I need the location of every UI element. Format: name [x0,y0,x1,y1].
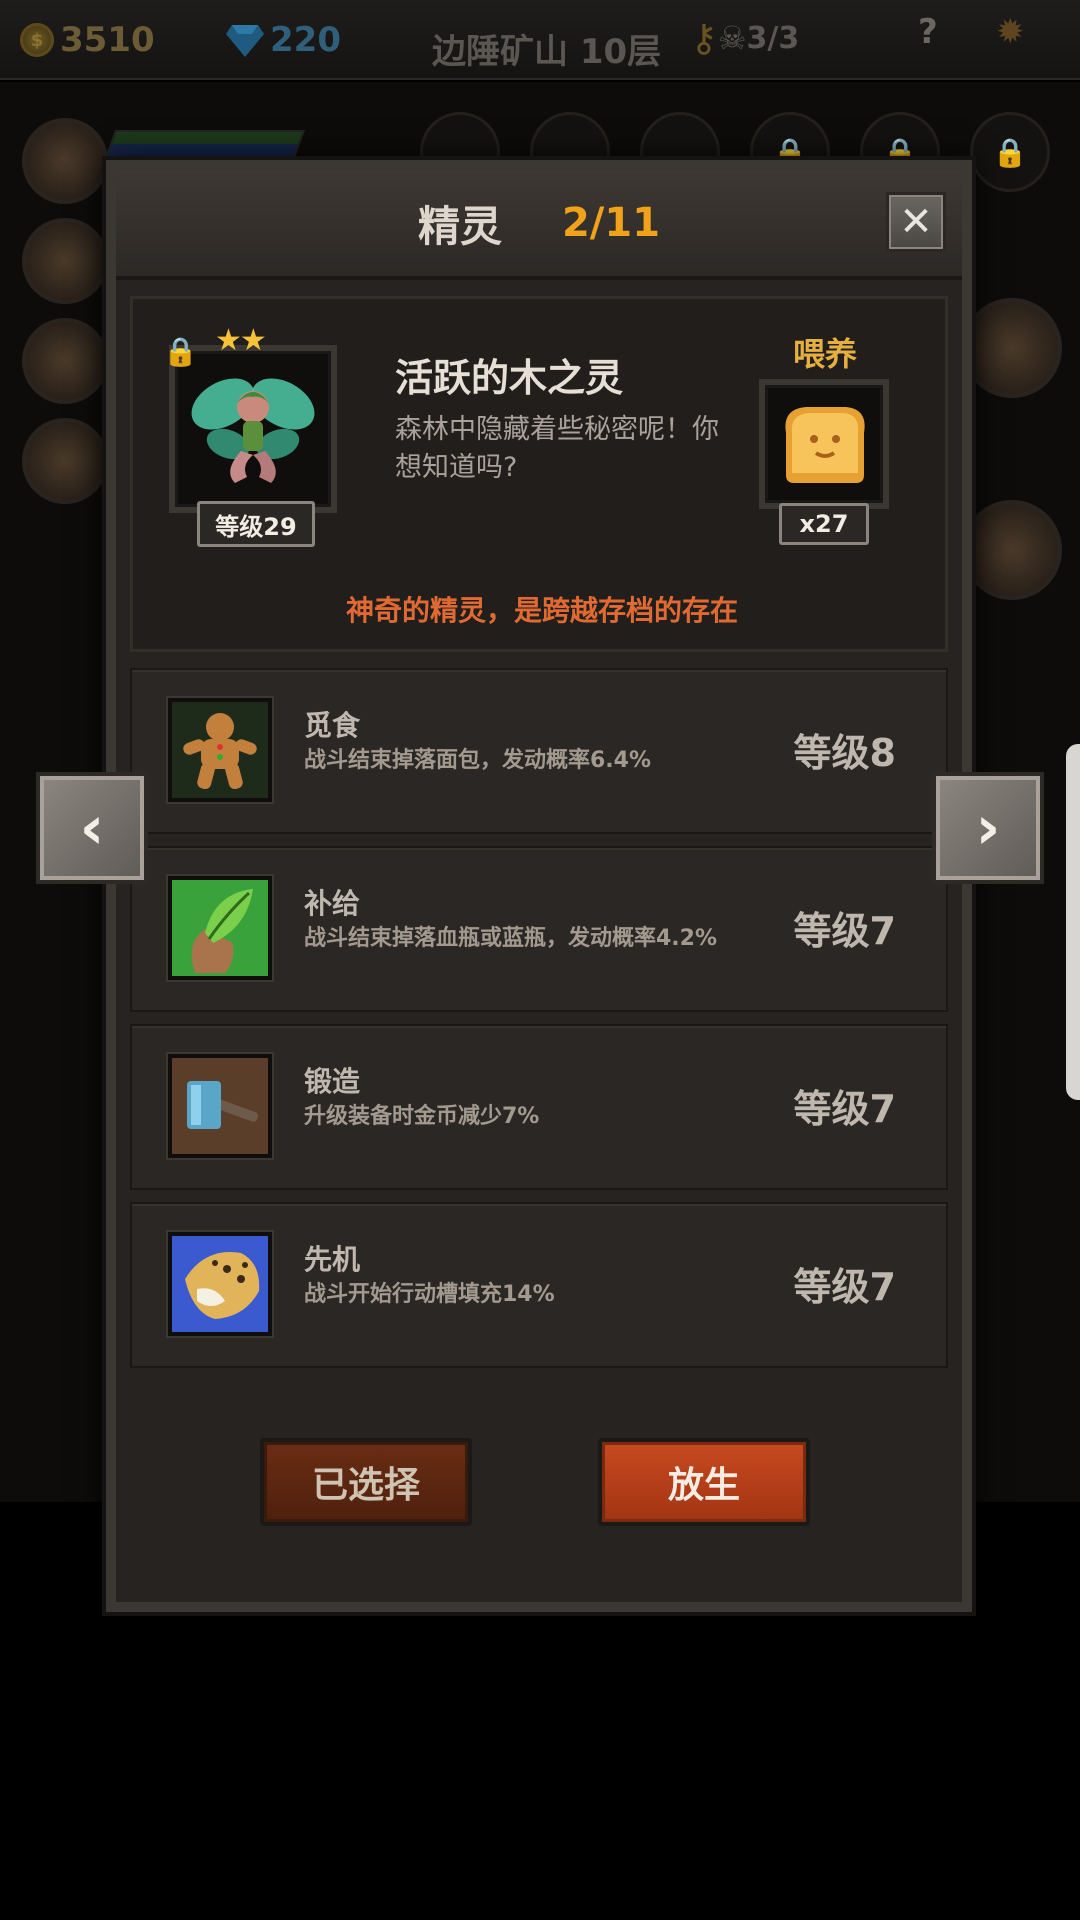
release-button[interactable]: 放生 [598,1438,810,1526]
spirit-dialog: 精灵 2/11 ✕ 🔒 ★★ 等级29 活跃的木之灵 森林中隐藏着些秘密呢！你想… [106,160,972,1612]
spirit-level: 等级29 [197,501,315,547]
close-button[interactable]: ✕ [886,192,946,252]
hero-portrait [22,218,108,304]
skill-name: 补给 [304,887,361,920]
skill-description: 升级装备时金币减少7% [304,1104,540,1129]
gem-value: 220 [270,20,341,60]
leaf-hand-icon [168,876,272,980]
dialog-title: 精灵 [417,201,502,251]
skill-description: 战斗结束掉落面包，发动概率6.4% [304,748,652,773]
leopard-icon [168,1232,272,1336]
monster-portrait [962,500,1062,600]
spirit-notice: 神奇的精灵，是跨越存档的存在 [345,594,738,627]
star-rating: ★★ [215,323,267,358]
lock-icon: 🔒 [163,335,198,368]
skill-description: 战斗结束掉落血瓶或蓝瓶，发动概率4.2% [304,926,718,951]
gold-value: 3510 [60,20,155,60]
skill-name: 锻造 [304,1065,361,1098]
skill-name: 先机 [304,1243,361,1276]
chevron-right-icon: › [975,793,1001,863]
feed-label: 喂养 [793,335,858,373]
skill-level: 等级7 [793,1087,896,1131]
spirit-count: 2/11 [561,200,661,246]
feed-button[interactable] [759,379,889,509]
gingerbread-icon [168,698,272,802]
skull-value: 3/3 [746,20,800,56]
hero-portrait [22,418,108,504]
next-spirit-button[interactable]: › [932,772,1044,884]
skill-level: 等级7 [793,909,896,953]
close-icon: ✕ [899,199,933,245]
skill-row: 觅食 战斗结束掉落面包，发动概率6.4% 等级8 [130,668,948,834]
spirit-description: 森林中隐藏着些秘密呢！你想知道吗? [395,414,719,483]
coin-icon: $ [20,23,54,57]
spirit-info-panel: 🔒 ★★ 等级29 活跃的木之灵 森林中隐藏着些秘密呢！你想知道吗? 喂养 x2… [130,296,948,652]
spirit-portrait-frame[interactable] [169,345,337,513]
skill-row: 先机 战斗开始行动槽填充14% 等级7 [130,1202,948,1368]
skull-icon: ☠ [717,19,747,57]
help-icon[interactable]: ? [918,12,938,52]
skill-description: 战斗开始行动槽填充14% [304,1282,555,1307]
gem-icon [226,25,264,57]
spirit-name: 活跃的木之灵 [395,356,624,400]
skill-row: 补给 战斗结束掉落血瓶或蓝瓶，发动概率4.2% 等级7 [130,846,948,1012]
location-label: 边陲矿山 10层 [432,32,662,72]
fairy-icon [191,378,315,483]
gear-icon[interactable]: ✹ [996,12,1025,52]
previous-spirit-button[interactable]: ‹ [36,772,148,884]
skill-name: 觅食 [304,709,361,742]
spirit-portrait [962,298,1062,398]
hammer-icon [168,1054,272,1158]
top-status-bar: $ 3510 220 边陲矿山 10层 ⚷ ☠ 3/3 ? ✹ [0,0,1080,80]
hero-portrait [22,318,108,404]
hero-portrait [22,118,108,204]
skill-level: 等级8 [793,731,896,775]
chevron-left-icon: ‹ [79,793,105,863]
bread-icon [785,407,865,483]
key-icon: ⚷ [690,16,718,60]
skill-row: 锻造 升级装备时金币减少7% 等级7 [130,1024,948,1190]
dialog-header: 精灵 2/11 ✕ [116,170,962,280]
gold-counter: $ 3510 [20,20,155,60]
gem-counter: 220 [226,20,341,60]
key-skull-counter: ⚷ ☠ 3/3 [690,16,799,60]
feed-count: x27 [779,503,869,545]
selected-button[interactable]: 已选择 [260,1438,472,1526]
hero-hp-bar [104,130,306,158]
edge-panel-handle[interactable] [1066,744,1080,1100]
lock-icon: 🔒 [970,112,1050,192]
skill-level: 等级7 [793,1265,896,1309]
